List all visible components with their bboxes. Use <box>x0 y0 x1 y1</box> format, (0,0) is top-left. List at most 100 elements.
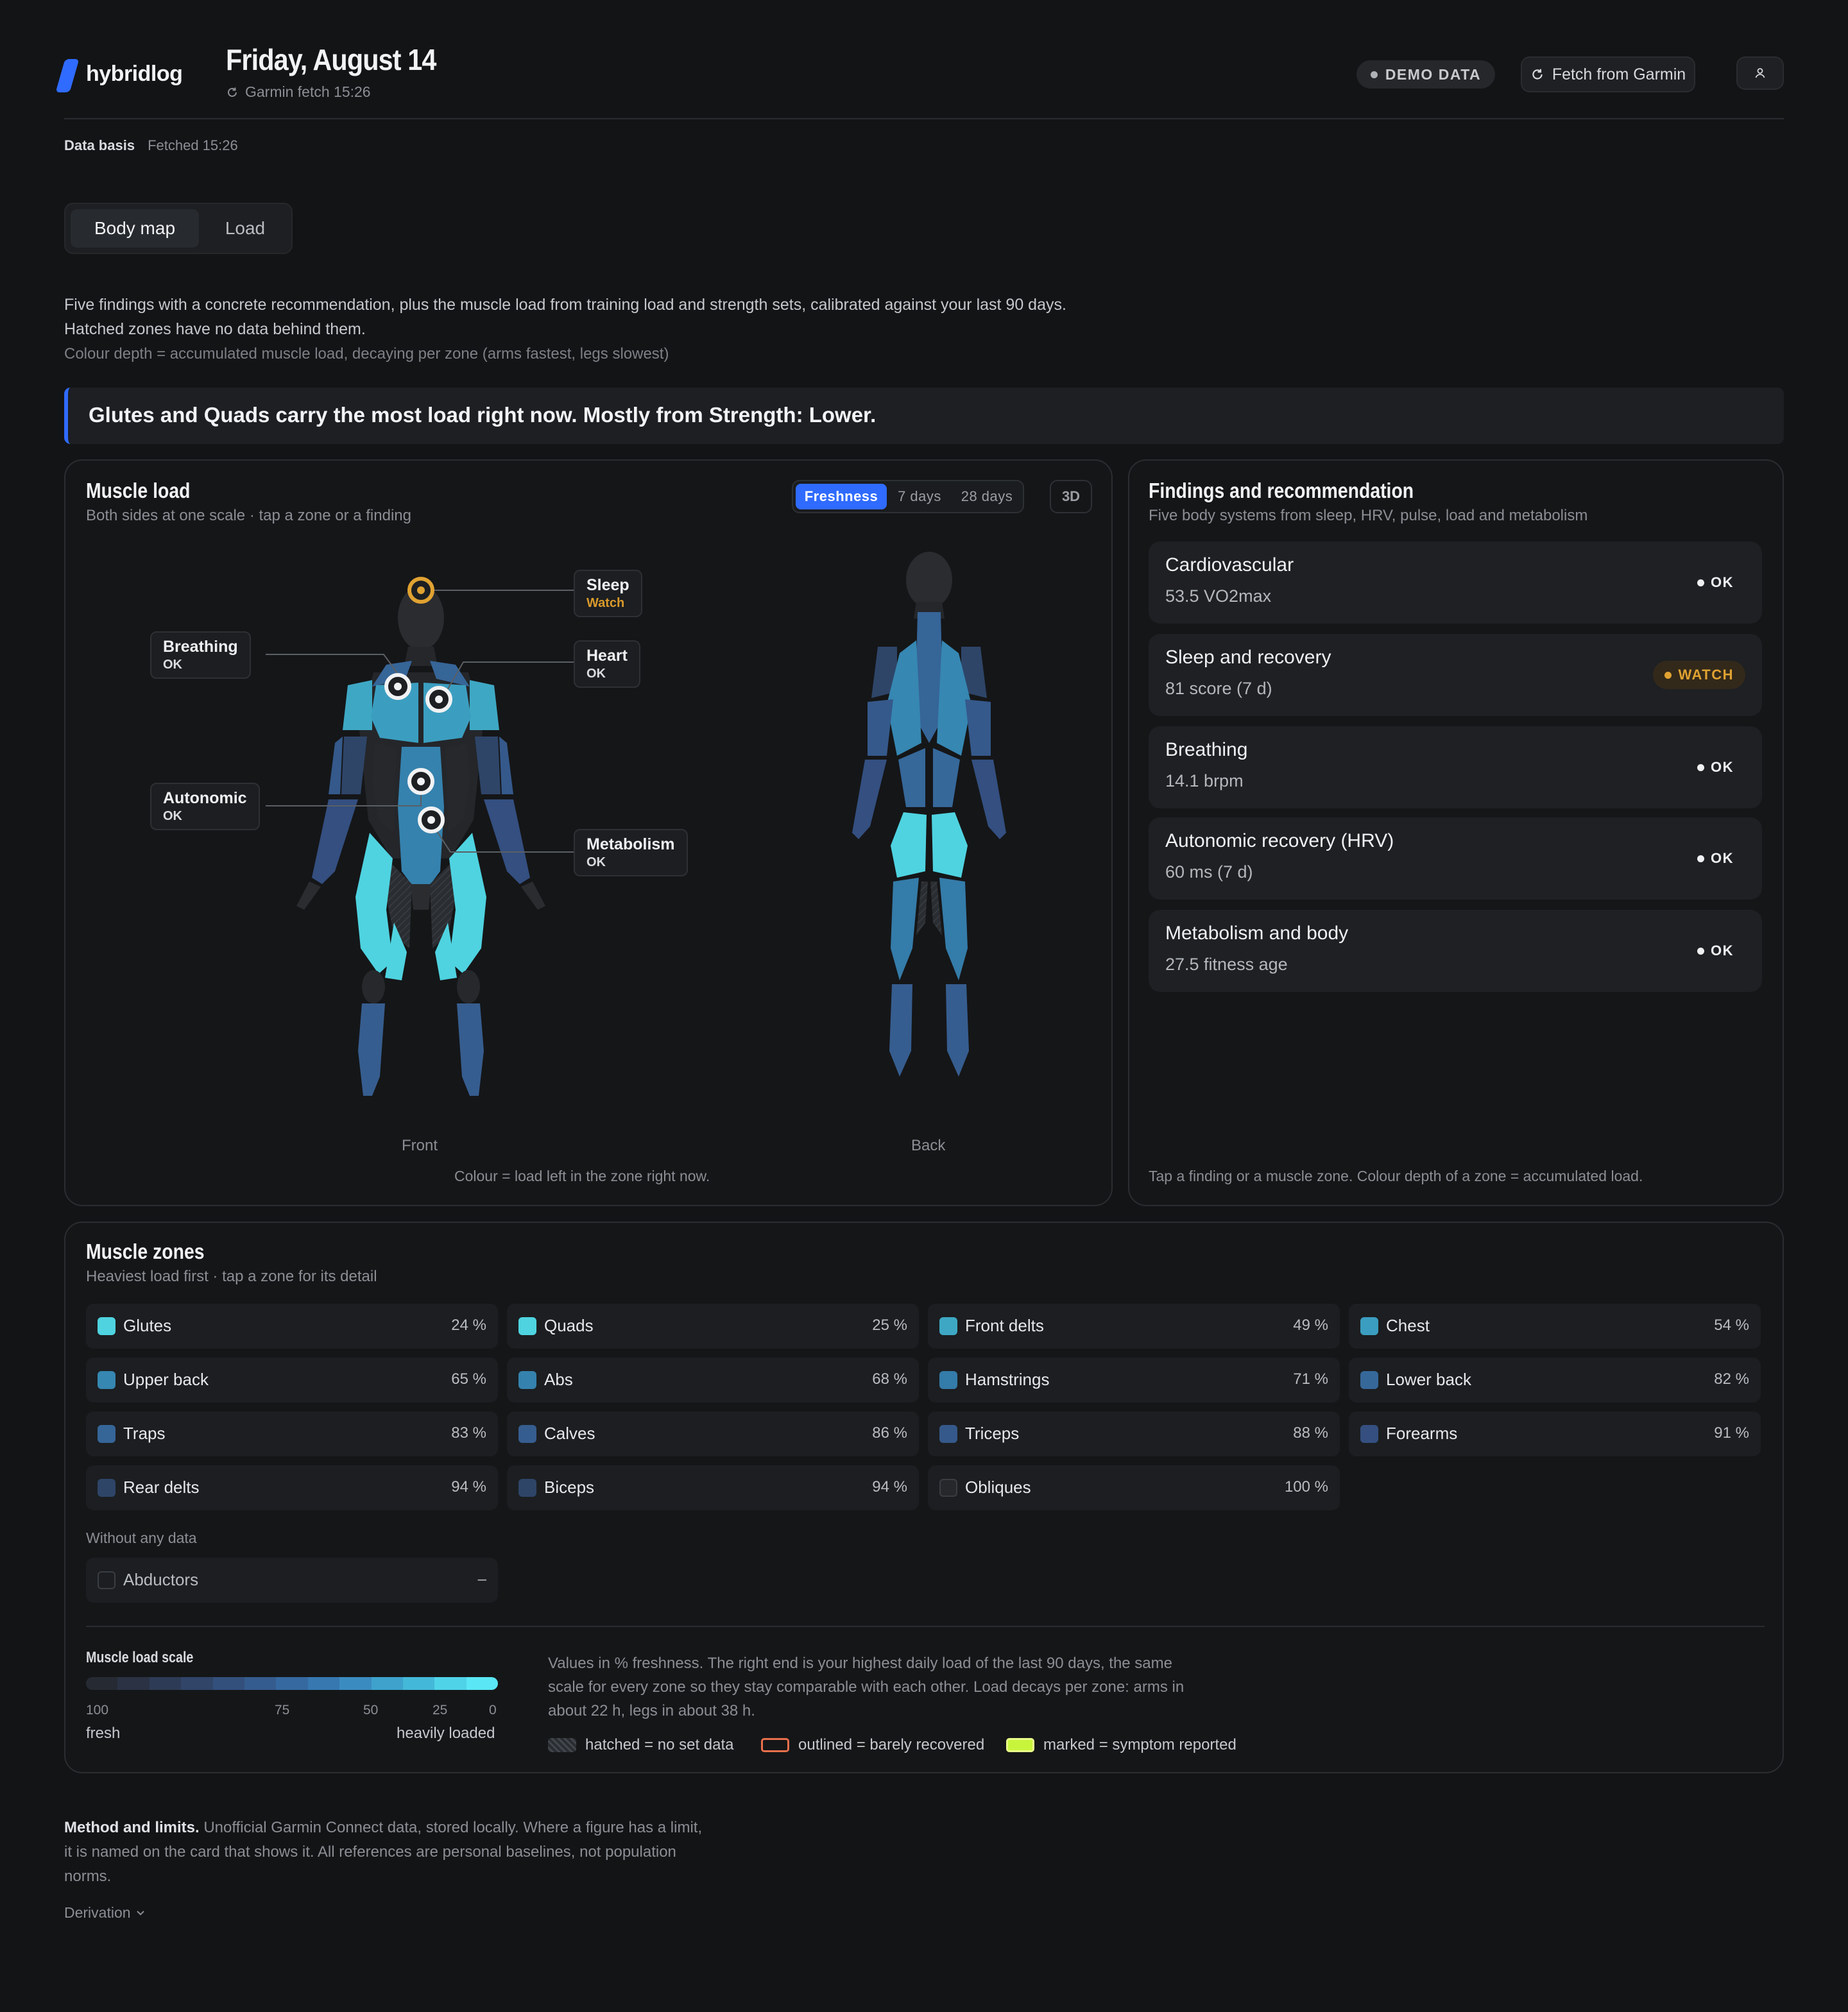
callout-sleep-status: Watch <box>586 596 625 610</box>
demo-badge-label: DEMO DATA <box>1385 65 1482 83</box>
legend-label: hatched = no set data <box>585 1736 734 1753</box>
user-account-button[interactable] <box>1736 56 1784 90</box>
zone-item-triceps[interactable]: Triceps 88 % <box>928 1411 1340 1456</box>
zone-item-traps[interactable]: Traps 83 % <box>86 1411 498 1456</box>
zone-item-calves[interactable]: Calves 86 % <box>507 1411 919 1456</box>
zone-forearms-back[interactable] <box>971 760 1006 839</box>
zone-item-abductors[interactable]: Abductors – <box>86 1558 498 1603</box>
zone-item-obliques[interactable]: Obliques 100 % <box>928 1465 1340 1510</box>
load-scale-bar <box>86 1677 498 1690</box>
zone-front-delts[interactable] <box>470 680 499 730</box>
finding-value: 27.5 fitness age <box>1165 955 1288 974</box>
zone-abductors-back[interactable] <box>916 882 928 935</box>
zone-swatch <box>939 1425 957 1443</box>
back-label: Back <box>911 1137 946 1154</box>
zone-name: Glutes <box>123 1316 172 1335</box>
callout-breathing-title: Breathing <box>163 638 238 656</box>
muscle-zones-card: Muscle zones Heaviest load first · tap a… <box>64 1222 1784 1773</box>
zone-glutes[interactable] <box>932 812 968 878</box>
zone-glutes[interactable] <box>891 812 927 878</box>
zone-swatch <box>939 1371 957 1389</box>
finding-title: Sleep and recovery <box>1165 647 1331 668</box>
zone-item-front-delts[interactable]: Front delts 49 % <box>928 1304 1340 1349</box>
zone-calves[interactable] <box>889 984 912 1077</box>
derivation-toggle[interactable]: Derivation <box>64 1904 145 1922</box>
refresh-icon <box>228 87 237 97</box>
zone-forearms[interactable] <box>484 799 530 884</box>
back-figure <box>852 552 1006 1077</box>
zone-item-biceps[interactable]: Biceps 94 % <box>507 1465 919 1510</box>
tab-load[interactable]: Load <box>201 209 289 248</box>
callout-autonomic[interactable]: Autonomic OK <box>150 783 260 830</box>
zone-name: Triceps <box>965 1424 1020 1443</box>
zone-abductors-back[interactable] <box>930 882 942 935</box>
zone-triceps[interactable] <box>868 699 893 756</box>
zone-biceps[interactable] <box>475 737 501 794</box>
zone-triceps[interactable] <box>965 699 991 756</box>
callout-breathing[interactable]: Breathing OK <box>150 631 251 679</box>
zone-front-delts[interactable] <box>343 680 372 730</box>
finding-title: Breathing <box>1165 739 1248 760</box>
zone-item-hamstrings[interactable]: Hamstrings 71 % <box>928 1358 1340 1402</box>
zone-item-chest[interactable]: Chest 54 % <box>1349 1304 1761 1349</box>
finding-metabolism[interactable]: Metabolism and body 27.5 fitness age OK <box>1149 910 1762 992</box>
no-data-label: Without any data <box>86 1530 197 1546</box>
callout-metabolism-status: OK <box>586 855 606 869</box>
zone-calves[interactable] <box>946 984 969 1077</box>
zone-item-upper-back[interactable]: Upper back 65 % <box>86 1358 498 1402</box>
zone-forearms[interactable] <box>312 799 358 884</box>
zone-triceps-front[interactable] <box>329 737 343 794</box>
zone-calves-front[interactable] <box>358 1003 385 1096</box>
zone-item-rear-delts[interactable]: Rear delts 94 % <box>86 1465 498 1510</box>
method-and-limits: Method and limits. Unofficial Garmin Con… <box>64 1816 712 1889</box>
zone-swatch <box>1360 1425 1378 1443</box>
zone-value: 68 % <box>872 1370 907 1388</box>
zone-name: Quads <box>544 1316 594 1335</box>
finding-value: 14.1 brpm <box>1165 771 1244 790</box>
legend-label: outlined = barely recovered <box>798 1736 985 1753</box>
demo-data-badge: DEMO DATA <box>1356 60 1495 89</box>
chevron-down-icon <box>136 1910 144 1915</box>
zone-name: Abs <box>544 1370 573 1389</box>
zone-quads[interactable] <box>355 833 393 974</box>
zone-value: 94 % <box>451 1478 486 1496</box>
status-badge: OK <box>1686 937 1745 965</box>
zone-value: 25 % <box>872 1317 907 1334</box>
legend-swatch <box>1006 1738 1034 1752</box>
status-badge: OK <box>1686 753 1745 781</box>
zone-item-lower-back[interactable]: Lower back 82 % <box>1349 1358 1761 1402</box>
zone-item-quads[interactable]: Quads 25 % <box>507 1304 919 1349</box>
zone-item-forearms[interactable]: Forearms 91 % <box>1349 1411 1761 1456</box>
zone-triceps-front[interactable] <box>499 737 513 794</box>
status-badge: OK <box>1686 844 1745 873</box>
zone-lower-back[interactable] <box>898 748 925 807</box>
zone-quads[interactable] <box>449 833 486 974</box>
zone-hamstrings[interactable] <box>891 878 919 980</box>
finding-hrv[interactable]: Autonomic recovery (HRV) 60 ms (7 d) OK <box>1149 817 1762 899</box>
scale-tick: 75 <box>275 1703 290 1718</box>
page-title: Friday, August 14 <box>226 43 436 76</box>
fetch-status: Garmin fetch 15:26 <box>226 83 371 101</box>
zone-forearms-back[interactable] <box>852 760 887 839</box>
callout-sleep[interactable]: Sleep Watch <box>574 570 642 617</box>
legend-swatch <box>761 1738 789 1752</box>
zone-item-glutes[interactable]: Glutes 24 % <box>86 1304 498 1349</box>
legend-label: marked = symptom reported <box>1043 1736 1236 1753</box>
finding-breathing[interactable]: Breathing 14.1 brpm OK <box>1149 726 1762 808</box>
data-basis-value: Fetched 15:26 <box>148 137 238 153</box>
callout-autonomic-title: Autonomic <box>163 789 247 807</box>
zone-biceps[interactable] <box>341 737 367 794</box>
zone-lower-back[interactable] <box>933 748 960 807</box>
findings-card: Findings and recommendation Five body sy… <box>1128 459 1784 1206</box>
app-logo[interactable]: hybridlog <box>86 62 183 87</box>
fetch-from-garmin-button[interactable]: Fetch from Garmin <box>1521 56 1695 92</box>
finding-sleep-recovery[interactable]: Sleep and recovery 81 score (7 d) WATCH <box>1149 634 1762 716</box>
finding-cardiovascular[interactable]: Cardiovascular 53.5 VO2max OK <box>1149 541 1762 624</box>
zone-hamstrings[interactable] <box>939 878 968 980</box>
callout-metabolism[interactable]: Metabolism OK <box>574 829 688 876</box>
fetch-status-text: Garmin fetch 15:26 <box>245 83 371 100</box>
tab-body-map[interactable]: Body map <box>71 209 199 248</box>
zone-item-abs[interactable]: Abs 68 % <box>507 1358 919 1402</box>
callout-heart[interactable]: Heart OK <box>574 640 640 688</box>
zone-calves-front[interactable] <box>457 1003 484 1096</box>
